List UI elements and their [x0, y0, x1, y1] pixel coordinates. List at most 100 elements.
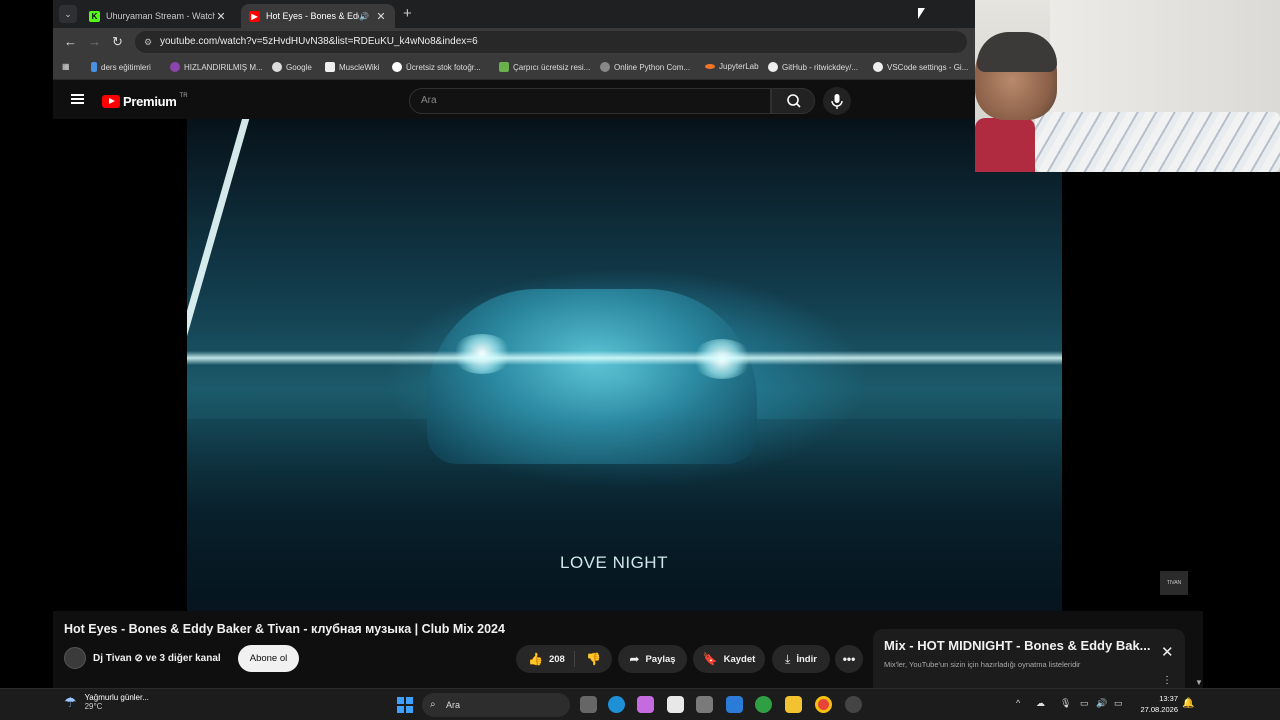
start-button[interactable] — [397, 697, 413, 713]
tunnel-light — [187, 119, 252, 360]
search-icon: ⌕ — [430, 699, 436, 710]
like-button[interactable]: 👍 208 👎 — [516, 645, 612, 673]
vs-code-icon[interactable] — [726, 696, 743, 713]
onedrive-icon[interactable]: ☁ — [1036, 698, 1045, 709]
avatar[interactable] — [64, 647, 86, 669]
battery-icon[interactable]: ▭ — [1114, 698, 1123, 709]
scroll-down-arrow[interactable]: ▼ — [1195, 678, 1203, 687]
bookmark-item[interactable]: VSCode settings - Gi... — [873, 62, 968, 72]
copilot-icon[interactable] — [637, 696, 654, 713]
obs-icon[interactable] — [845, 696, 862, 713]
chevron-up-icon[interactable]: ^ — [1016, 698, 1020, 708]
screen: ⌄ K Uhuryaman Stream - Watch Live ✕ ▶ Ho… — [0, 0, 1280, 720]
pexels-icon — [392, 62, 402, 72]
task-view-icon[interactable] — [580, 696, 597, 713]
settings-app-icon[interactable] — [696, 696, 713, 713]
youtube-logo-icon — [102, 95, 120, 108]
tab-title: Hot Eyes - Bones & Eddy Baker — [266, 11, 359, 21]
share-label: Paylaş — [645, 653, 676, 665]
taskbar-search[interactable]: ⌕ Ara — [422, 693, 570, 717]
globe-icon — [600, 62, 610, 72]
menu-icon[interactable] — [71, 94, 84, 104]
weather-widget[interactable]: ☂ Yağmurlu günler... 29°C — [64, 693, 149, 711]
system-clock[interactable]: 13:37 27.08.2026 — [1136, 693, 1178, 715]
bookmark-item[interactable]: Online Python Com... — [600, 62, 690, 72]
share-icon: ➦ — [629, 652, 640, 666]
bookmarks-bar: ▦ ders eğitimleri HIZLANDIRILMIŞ M... Go… — [53, 56, 975, 80]
mix-playlist-panel[interactable]: Mix - HOT MIDNIGHT - Bones & Eddy Bak...… — [873, 629, 1185, 688]
logo-wordmark: Premium — [123, 94, 177, 109]
weather-temp: 29°C — [84, 702, 103, 711]
subscribe-button[interactable]: Abone ol — [238, 645, 299, 672]
windows-logo-pane — [406, 697, 413, 704]
taskbar-search-label: Ara — [446, 700, 461, 710]
download-button[interactable]: ⤓ İndir — [772, 645, 830, 673]
download-icon: ⤓ — [785, 651, 791, 666]
bookmark-item[interactable]: MuscleWiki — [325, 62, 379, 72]
share-button[interactable]: ➦ Paylaş — [618, 645, 687, 673]
close-icon[interactable]: ✕ — [1161, 643, 1174, 661]
search-button[interactable] — [771, 88, 815, 114]
close-icon[interactable]: ✕ — [375, 10, 387, 23]
xbox-icon[interactable] — [755, 696, 772, 713]
youtube-icon: ▶ — [249, 10, 260, 22]
close-icon[interactable]: ✕ — [215, 10, 227, 23]
tab-title: Uhuryaman Stream - Watch Live — [106, 11, 215, 21]
mix-title: Mix - HOT MIDNIGHT - Bones & Eddy Bak... — [884, 638, 1151, 653]
webcam-bed — [1035, 112, 1280, 172]
channel-name[interactable]: Dj Tivan ⊘ ve 3 diğer kanal — [93, 653, 221, 664]
reload-icon[interactable]: ↻ — [112, 34, 123, 50]
video-frame: LOVE NIGHT — [187, 119, 1062, 611]
bookmark-item[interactable]: JupyterLab — [705, 62, 759, 71]
bookmark-icon — [170, 62, 180, 72]
more-actions-button[interactable]: ••• — [835, 645, 863, 673]
site-info-icon[interactable]: ⚙ — [144, 31, 152, 53]
edge-icon[interactable] — [608, 696, 625, 713]
weather-title: Yağmurlu günler... — [84, 693, 149, 702]
notification-icon[interactable]: 🔔 — [1182, 698, 1194, 709]
youtube-premium-logo[interactable]: Premium TR — [102, 93, 188, 109]
chrome-icon[interactable] — [815, 696, 832, 713]
tab-search-button[interactable]: ⌄ — [59, 5, 77, 23]
channel-info: Dj Tivan ⊘ ve 3 diğer kanal — [64, 645, 221, 671]
mouse-cursor — [918, 8, 925, 19]
back-icon[interactable]: ← — [64, 34, 77, 49]
display-icon[interactable]: ▭ — [1080, 698, 1089, 709]
voice-search-button[interactable] — [823, 87, 851, 115]
windows-taskbar: ☂ Yağmurlu günler... 29°C ⌕ Ara ^ ☁ 🎙 ▭ … — [0, 688, 1280, 720]
divider — [574, 651, 575, 667]
address-bar[interactable]: ⚙ youtube.com/watch?v=5zHvdHUvN38&list=R… — [135, 31, 967, 53]
bookmark-item[interactable]: Çarpıcı ücretsiz resi... — [499, 62, 590, 72]
search-input[interactable]: Ara — [409, 88, 771, 114]
webcam-person-shirt — [975, 118, 1035, 172]
save-label: Kaydet — [723, 653, 756, 665]
tab-kick-stream[interactable]: K Uhuryaman Stream - Watch Live ✕ — [81, 4, 235, 28]
windows-logo-pane — [406, 706, 413, 713]
jupyter-icon — [705, 64, 715, 69]
video-title: Hot Eyes - Bones & Eddy Baker & Tivan - … — [64, 622, 505, 636]
video-player[interactable]: LOVE NIGHT TIVAN — [53, 119, 1203, 611]
apps-icon[interactable]: ▦ — [62, 62, 70, 71]
like-count: 208 — [548, 653, 565, 665]
microphone-tray-icon[interactable]: 🎙 — [1060, 698, 1071, 709]
webcam-overlay — [975, 0, 1280, 172]
bookmark-item[interactable]: GitHub - ritwickdey/... — [768, 62, 858, 72]
bookmark-item[interactable]: ders eğitimleri — [91, 62, 151, 72]
new-tab-button[interactable]: + — [403, 5, 412, 22]
bookmark-item[interactable]: HIZLANDIRILMIŞ M... — [170, 62, 263, 72]
file-explorer-icon[interactable] — [785, 696, 802, 713]
tab-strip: ⌄ K Uhuryaman Stream - Watch Live ✕ ▶ Ho… — [53, 0, 975, 28]
more-vert-icon[interactable]: ⋮ — [1162, 675, 1172, 686]
thumbs-up-icon: 👍 — [528, 652, 543, 666]
bookmark-item[interactable]: Google — [272, 62, 312, 72]
clock-time: 13:37 — [1159, 694, 1178, 703]
tab-youtube-video[interactable]: ▶ Hot Eyes - Bones & Eddy Baker 🔊 ✕ — [241, 4, 395, 28]
speaker-icon[interactable]: 🔊 — [359, 12, 369, 21]
forward-icon[interactable]: → — [88, 34, 101, 49]
store-icon[interactable] — [667, 696, 684, 713]
thumbs-down-icon[interactable]: 👎 — [586, 652, 601, 666]
volume-icon[interactable]: 🔊 — [1096, 698, 1107, 709]
bookmark-item[interactable]: Ücretsiz stok fotoğr... — [392, 62, 481, 72]
save-button[interactable]: 🔖 Kaydet — [693, 645, 765, 673]
channel-watermark[interactable]: TIVAN — [1160, 571, 1188, 595]
